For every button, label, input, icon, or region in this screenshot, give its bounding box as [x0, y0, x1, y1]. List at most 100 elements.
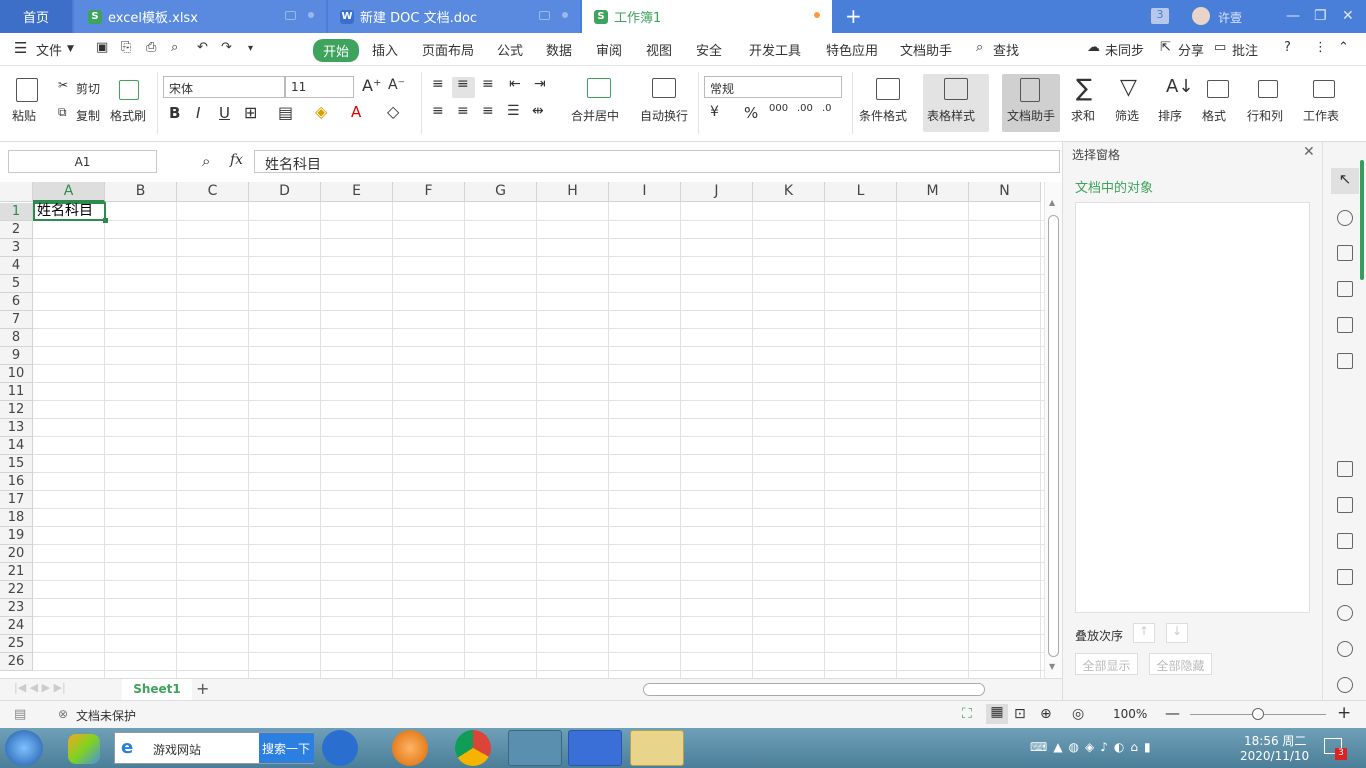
zoom-icon[interactable]: ⌕: [202, 152, 210, 170]
filter-button[interactable]: 筛选: [1115, 107, 1139, 124]
fox-icon[interactable]: [392, 730, 428, 766]
column-header[interactable]: M: [897, 182, 969, 202]
align-bottom-icon[interactable]: ≡: [482, 76, 494, 92]
hamburger-icon[interactable]: ☰: [14, 39, 27, 57]
scroll-up-icon[interactable]: ▲: [1049, 198, 1055, 207]
column-header[interactable]: G: [465, 182, 537, 202]
sum-button[interactable]: 求和: [1071, 107, 1095, 124]
column-header[interactable]: E: [321, 182, 393, 202]
row-header[interactable]: 19: [0, 527, 33, 545]
name-box[interactable]: A1: [8, 150, 157, 173]
row-header[interactable]: 6: [0, 293, 33, 311]
justify-icon[interactable]: ☰: [507, 103, 520, 119]
move-down-icon[interactable]: ↓: [1166, 623, 1188, 643]
conditional-format-icon[interactable]: [876, 78, 900, 100]
sum-icon[interactable]: ∑: [1076, 74, 1092, 102]
help-icon[interactable]: ?: [1284, 40, 1291, 55]
menu-formula[interactable]: 公式: [497, 40, 523, 59]
picture-icon[interactable]: [1337, 569, 1353, 585]
backup-icon[interactable]: [1337, 533, 1353, 549]
row-header[interactable]: 17: [0, 491, 33, 509]
percent-icon[interactable]: %: [744, 104, 758, 122]
select-pointer-icon[interactable]: ↖: [1331, 168, 1359, 194]
chrome-icon[interactable]: [455, 730, 491, 766]
fill-handle[interactable]: [103, 218, 108, 223]
column-header[interactable]: J: [681, 182, 753, 202]
column-header[interactable]: I: [609, 182, 681, 202]
column-header[interactable]: N: [969, 182, 1041, 202]
page-break-icon[interactable]: ⊡: [1014, 706, 1026, 722]
start-icon[interactable]: [5, 730, 43, 766]
align-right-icon[interactable]: ≡: [482, 103, 494, 119]
menu-data[interactable]: 数据: [546, 40, 572, 59]
export-icon[interactable]: [1337, 497, 1353, 513]
row-header[interactable]: 2: [0, 221, 33, 239]
menu-review[interactable]: 审阅: [596, 40, 622, 59]
menu-search[interactable]: 查找: [993, 40, 1019, 59]
row-header[interactable]: 1: [0, 203, 33, 221]
merge-center-button[interactable]: 合并居中: [571, 107, 619, 124]
close-dot-icon[interactable]: [308, 12, 314, 18]
minimize-icon[interactable]: —: [1286, 8, 1300, 24]
zoom-level[interactable]: 100%: [1113, 707, 1147, 721]
shapes-icon[interactable]: [1337, 210, 1353, 226]
sort-button[interactable]: 排序: [1158, 107, 1182, 124]
row-header[interactable]: 13: [0, 419, 33, 437]
image-icon[interactable]: [1337, 461, 1353, 477]
shield-icon[interactable]: [1337, 605, 1353, 621]
decrease-decimal-icon[interactable]: .0: [822, 103, 832, 114]
export-icon[interactable]: ⎘: [121, 40, 131, 55]
new-tab-button[interactable]: +: [845, 4, 862, 28]
format-button[interactable]: 格式: [1202, 107, 1226, 124]
avatar[interactable]: [1192, 7, 1210, 25]
help-icon[interactable]: [1337, 677, 1353, 693]
row-header[interactable]: 18: [0, 509, 33, 527]
more-icon[interactable]: ⋮: [1314, 40, 1327, 55]
menu-view[interactable]: 视图: [646, 40, 672, 59]
macro-icon[interactable]: ▤: [14, 707, 26, 722]
fullscreen-icon[interactable]: ⛶: [962, 706, 972, 722]
scroll-thumb[interactable]: [1048, 215, 1059, 657]
worksheet-icon[interactable]: [1313, 80, 1335, 98]
menu-security[interactable]: 安全: [696, 40, 722, 59]
cell-a1[interactable]: 姓名科目: [33, 202, 106, 221]
row-header[interactable]: 15: [0, 455, 33, 473]
column-header[interactable]: F: [393, 182, 465, 202]
tab-workbook1[interactable]: S 工作簿1: [582, 0, 832, 33]
distribute-icon[interactable]: ⇹: [532, 103, 544, 119]
table-style-icon[interactable]: [944, 78, 968, 100]
underline-button[interactable]: U: [219, 104, 230, 122]
sidebar-scroll[interactable]: [1360, 160, 1364, 280]
show-all-button[interactable]: 全部显示: [1075, 653, 1138, 675]
notification-badge[interactable]: 3: [1335, 748, 1347, 760]
merge-icon[interactable]: [587, 78, 611, 98]
eye-icon[interactable]: ◎: [1072, 706, 1084, 722]
menu-home[interactable]: 开始: [313, 39, 360, 62]
row-col-icon[interactable]: [1258, 80, 1278, 98]
formula-input[interactable]: 姓名科目: [254, 150, 1060, 173]
row-header[interactable]: 9: [0, 347, 33, 365]
share-icon[interactable]: ⇱: [1160, 40, 1171, 55]
zoom-thumb[interactable]: [1252, 708, 1264, 720]
column-header[interactable]: A: [33, 182, 105, 202]
column-header[interactable]: H: [537, 182, 609, 202]
currency-icon[interactable]: ¥: [710, 104, 719, 120]
row-header[interactable]: 22: [0, 581, 33, 599]
select-all-corner[interactable]: [0, 182, 33, 202]
row-header[interactable]: 16: [0, 473, 33, 491]
zoom-out-icon[interactable]: —: [1165, 704, 1180, 722]
clock-time[interactable]: 18:56 周二: [1244, 732, 1306, 749]
border-icon[interactable]: ⊞: [244, 103, 257, 122]
row-header[interactable]: 7: [0, 311, 33, 329]
undo-icon[interactable]: ↶: [197, 40, 208, 55]
scissors-icon[interactable]: ✂: [58, 78, 68, 92]
decrease-font-icon[interactable]: A⁻: [388, 77, 405, 93]
print-icon[interactable]: ⎙: [146, 40, 156, 55]
row-header[interactable]: 8: [0, 329, 33, 347]
explorer-icon[interactable]: [630, 730, 684, 766]
column-header[interactable]: D: [249, 182, 321, 202]
collapse-icon[interactable]: ⌃: [1338, 40, 1349, 55]
close-icon[interactable]: ✕: [1303, 144, 1315, 160]
restore-icon[interactable]: ❐: [1314, 8, 1327, 24]
comment-button[interactable]: 批注: [1232, 40, 1258, 59]
